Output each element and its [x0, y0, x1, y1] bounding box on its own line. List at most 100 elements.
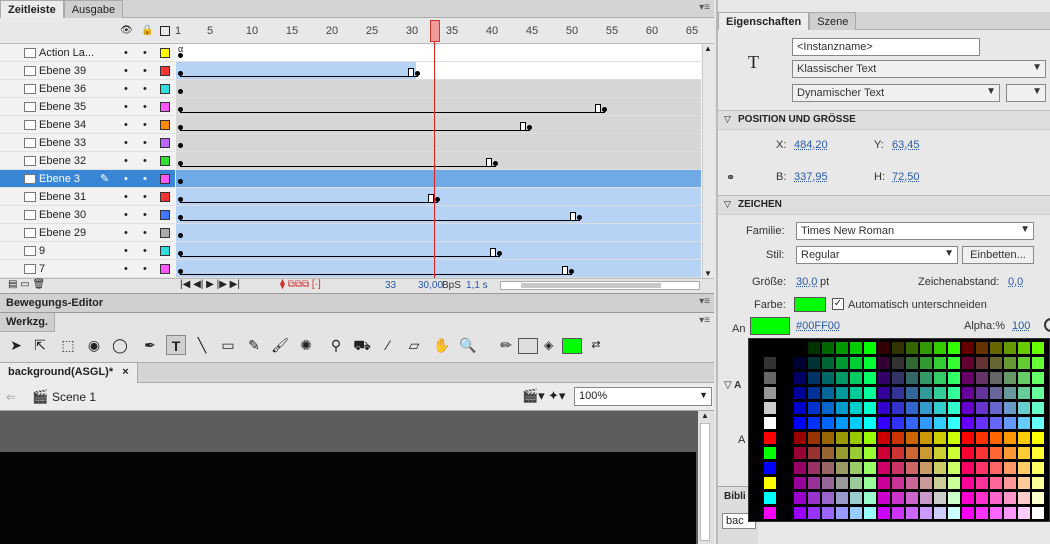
- pencil-tool-icon[interactable]: ✎: [244, 335, 264, 355]
- layer-row[interactable]: Ebene 36 • •: [0, 80, 175, 98]
- swatch-cell[interactable]: [835, 371, 849, 385]
- swatch-cell[interactable]: [891, 371, 905, 385]
- swatch-cell[interactable]: [961, 491, 975, 505]
- swatch-cell[interactable]: [1003, 416, 1017, 430]
- swatch-cell[interactable]: [933, 506, 947, 520]
- swatch-cell[interactable]: [1017, 386, 1031, 400]
- swatch-cell[interactable]: [975, 371, 989, 385]
- swatch-cell[interactable]: [961, 386, 975, 400]
- motion-editor-bar[interactable]: Bewegungs-Editor ▾≡: [0, 293, 714, 313]
- swatch-cell[interactable]: [1003, 356, 1017, 370]
- swatch-cell[interactable]: [905, 416, 919, 430]
- swatch-cell[interactable]: [933, 356, 947, 370]
- 3d-rotation-icon[interactable]: ◉: [84, 335, 104, 355]
- swatch-cell[interactable]: [919, 401, 933, 415]
- swatch-cell[interactable]: [891, 446, 905, 460]
- swatch-cell[interactable]: [849, 506, 863, 520]
- swatch-cell[interactable]: [763, 386, 777, 400]
- swatch-cell[interactable]: [947, 401, 961, 415]
- frame-row[interactable]: [176, 224, 701, 242]
- end-frame-box[interactable]: [408, 68, 414, 77]
- swatch-cell[interactable]: [919, 491, 933, 505]
- swatch-cell[interactable]: [933, 371, 947, 385]
- timeline-vscrollbar[interactable]: ▲ ▼: [702, 44, 714, 278]
- swatch-cell[interactable]: [863, 476, 877, 490]
- swatch-cell[interactable]: [989, 416, 1003, 430]
- swatch-cell[interactable]: [947, 416, 961, 430]
- lock-dot[interactable]: •: [143, 83, 147, 95]
- layer-name[interactable]: 7: [39, 263, 45, 275]
- layer-outline-color[interactable]: [160, 228, 170, 238]
- visibility-dot[interactable]: •: [124, 47, 128, 59]
- swatch-cell[interactable]: [763, 401, 777, 415]
- swatch-cell[interactable]: [975, 446, 989, 460]
- layer-row[interactable]: 9 • •: [0, 242, 175, 260]
- layer-outline-color[interactable]: [160, 120, 170, 130]
- scroll-down-icon[interactable]: ▼: [704, 269, 712, 278]
- swatch-cell[interactable]: [1031, 431, 1045, 445]
- swatch-cell[interactable]: [891, 386, 905, 400]
- brush-tool-icon[interactable]: 🖌: [270, 335, 290, 355]
- layer-row[interactable]: Ebene 32 • •: [0, 152, 175, 170]
- x-value[interactable]: 484,20: [794, 139, 828, 151]
- swatch-cell[interactable]: [905, 506, 919, 520]
- layer-row[interactable]: Ebene 34 • •: [0, 116, 175, 134]
- keyframe[interactable]: [602, 107, 607, 112]
- swatch-cell[interactable]: [989, 386, 1003, 400]
- swatch-cell[interactable]: [1003, 491, 1017, 505]
- hand-tool-icon[interactable]: ✋: [432, 335, 452, 355]
- swatch-cell[interactable]: [821, 446, 835, 460]
- swatch-cell[interactable]: [891, 356, 905, 370]
- playback-controls[interactable]: |◀ ◀| ▶ |▶ ▶|: [180, 279, 240, 290]
- frame-row[interactable]: [176, 152, 701, 170]
- embed-button[interactable]: Einbetten...: [962, 246, 1034, 264]
- swatch-cell[interactable]: [835, 386, 849, 400]
- swatch-cell[interactable]: [1031, 476, 1045, 490]
- swatch-cell[interactable]: [863, 446, 877, 460]
- close-icon[interactable]: ×: [122, 366, 128, 378]
- text-color-swatch[interactable]: [794, 297, 826, 312]
- stage-canvas[interactable]: [0, 452, 696, 544]
- layer-outline-color[interactable]: [160, 48, 170, 58]
- swatch-cell[interactable]: [763, 461, 777, 475]
- swatch-cell[interactable]: [863, 461, 877, 475]
- swatch-cell[interactable]: [905, 371, 919, 385]
- keyframe[interactable]: [178, 143, 183, 148]
- swatch-cell[interactable]: [793, 356, 807, 370]
- swatch-cell[interactable]: [877, 416, 891, 430]
- lock-dot[interactable]: •: [143, 209, 147, 221]
- swatch-cell[interactable]: [821, 386, 835, 400]
- visibility-dot[interactable]: •: [124, 191, 128, 203]
- deco-tool-icon[interactable]: ✺: [296, 335, 316, 355]
- swatch-cell[interactable]: [933, 341, 947, 355]
- stroke-color-swatch[interactable]: [518, 338, 538, 354]
- layer-row[interactable]: Action La... • •: [0, 44, 175, 62]
- layer-row[interactable]: Ebene 31 • •: [0, 188, 175, 206]
- swatch-cell[interactable]: [793, 446, 807, 460]
- keyframe[interactable]: [569, 269, 574, 274]
- frame-row[interactable]: [176, 116, 701, 134]
- swatch-cell[interactable]: [1031, 416, 1045, 430]
- swatch-cell[interactable]: [975, 461, 989, 475]
- swatch-cell[interactable]: [891, 401, 905, 415]
- swatch-cell[interactable]: [793, 476, 807, 490]
- swatch-cell[interactable]: [849, 386, 863, 400]
- swatch-cell[interactable]: [877, 506, 891, 520]
- spacing-value[interactable]: 0,0: [1008, 276, 1023, 288]
- swatch-cell[interactable]: [1031, 506, 1045, 520]
- tools-tab[interactable]: Werkzg.: [0, 313, 55, 332]
- fps-value[interactable]: 30,00: [418, 280, 443, 291]
- swatch-cell[interactable]: [975, 476, 989, 490]
- tab-szene[interactable]: Szene: [809, 12, 857, 30]
- swatch-cell[interactable]: [891, 476, 905, 490]
- swatch-cell[interactable]: [989, 401, 1003, 415]
- instance-name-input[interactable]: <Instanzname>: [792, 38, 980, 56]
- keyframe[interactable]: [178, 89, 183, 94]
- layer-name[interactable]: Ebene 3: [39, 173, 80, 185]
- layer-outline-color[interactable]: [160, 84, 170, 94]
- section-position[interactable]: ▽ POSITION UND GRÖSSE: [718, 110, 1050, 130]
- layer-name[interactable]: 9: [39, 245, 45, 257]
- visibility-dot[interactable]: •: [124, 65, 128, 77]
- lock-dot[interactable]: •: [143, 119, 147, 131]
- swatch-cell[interactable]: [763, 506, 777, 520]
